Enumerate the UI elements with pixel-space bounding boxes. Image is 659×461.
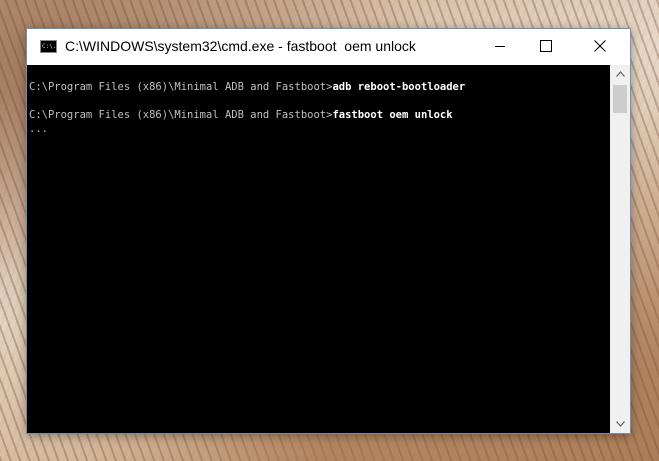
- minimize-button[interactable]: [477, 29, 523, 62]
- scroll-down-button[interactable]: [610, 415, 630, 433]
- console-command: fastboot oem unlock: [332, 109, 453, 121]
- console-progress: ...: [29, 123, 48, 135]
- cmd-window: C:\. C:\WINDOWS\system32\cmd.exe - fastb…: [26, 28, 631, 434]
- scroll-up-button[interactable]: [610, 65, 630, 83]
- close-icon: [594, 39, 606, 52]
- console-prompt: C:\Program Files (x86)\Minimal ADB and F…: [29, 109, 333, 121]
- window-title: C:\WINDOWS\system32\cmd.exe - fastboot o…: [65, 38, 416, 54]
- maximize-icon: [540, 39, 552, 52]
- console-line: C:\Program Files (x86)\Minimal ADB and F…: [29, 80, 610, 94]
- chevron-up-icon: [615, 71, 625, 77]
- scroll-thumb[interactable]: [613, 85, 627, 113]
- chevron-down-icon: [615, 421, 625, 427]
- console-line: C:\Program Files (x86)\Minimal ADB and F…: [29, 108, 610, 122]
- console-command: adb reboot-bootloader: [332, 81, 466, 93]
- title-bar[interactable]: C:\. C:\WINDOWS\system32\cmd.exe - fastb…: [27, 29, 630, 65]
- maximize-button[interactable]: [523, 29, 569, 62]
- console-line: ...: [29, 122, 610, 136]
- cmd-icon-text: C:\.: [42, 43, 57, 50]
- vertical-scrollbar[interactable]: [610, 65, 630, 433]
- console-prompt: C:\Program Files (x86)\Minimal ADB and F…: [29, 81, 333, 93]
- close-button[interactable]: [577, 29, 623, 62]
- minimize-icon: [495, 45, 505, 47]
- cmd-icon[interactable]: C:\.: [40, 40, 57, 53]
- console-output[interactable]: C:\Program Files (x86)\Minimal ADB and F…: [27, 65, 610, 433]
